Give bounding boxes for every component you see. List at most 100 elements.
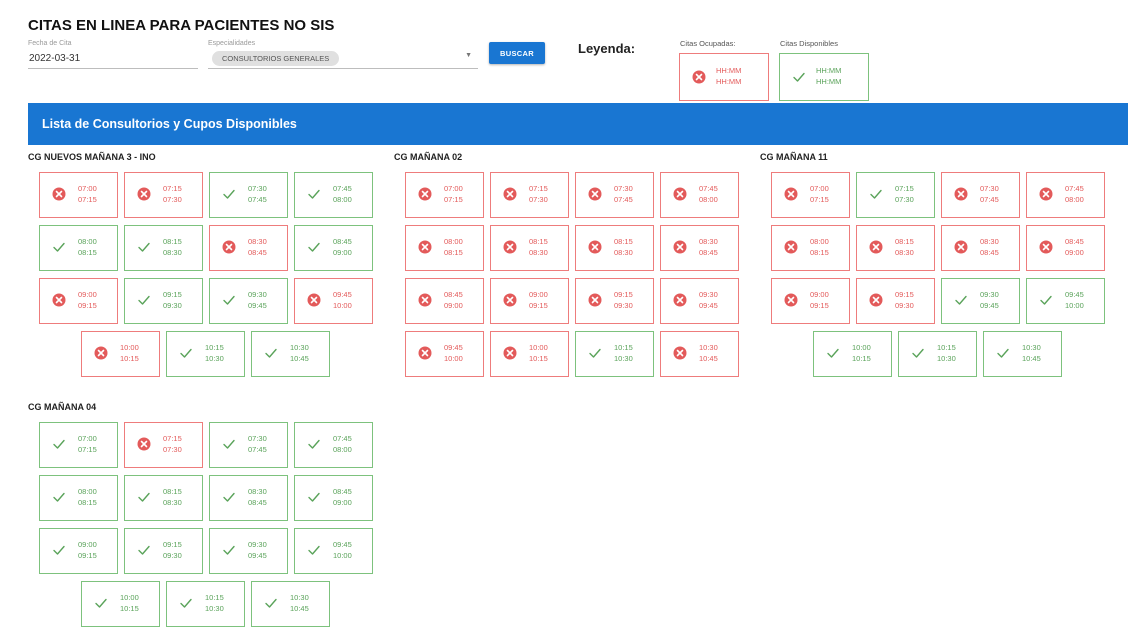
check-icon (138, 295, 150, 305)
slot-available[interactable]: 08:15 08:30 (124, 475, 203, 521)
close-circle-icon (784, 187, 798, 201)
slot-occupied[interactable]: 08:00 08:15 (405, 225, 484, 271)
slot-available[interactable]: 10:15 10:30 (166, 581, 245, 627)
close-circle-icon (692, 70, 706, 84)
slot-available[interactable]: 07:15 07:30 (856, 172, 935, 218)
slot-available[interactable]: 10:15 10:30 (166, 331, 245, 377)
dropdown-arrow-icon[interactable]: ▼ (465, 52, 472, 59)
slot-occupied[interactable]: 08:15 08:30 (856, 225, 935, 271)
slot-available[interactable]: 09:30 09:45 (209, 278, 288, 324)
slot-start-time: 09:15 (163, 540, 182, 549)
slot-occupied[interactable]: 08:30 08:45 (209, 225, 288, 271)
slot-start-time: 08:00 (444, 237, 463, 246)
slot-occupied[interactable]: 07:00 07:15 (405, 172, 484, 218)
slot-occupied[interactable]: 10:00 10:15 (81, 331, 160, 377)
slot-occupied[interactable]: 07:15 07:30 (490, 172, 569, 218)
slot-start-time: 09:00 (529, 290, 548, 299)
slot-available[interactable]: 10:00 10:15 (81, 581, 160, 627)
slot-occupied[interactable]: 07:45 08:00 (1026, 172, 1105, 218)
slot-occupied[interactable]: 09:15 09:30 (856, 278, 935, 324)
check-icon (138, 545, 150, 555)
slot-available[interactable]: 09:15 09:30 (124, 278, 203, 324)
legend-occupied-start: HH:MM (716, 66, 742, 75)
slot-start-time: 10:00 (120, 593, 139, 602)
slot-available[interactable]: 08:30 08:45 (209, 475, 288, 521)
slot-occupied[interactable]: 08:30 08:45 (941, 225, 1020, 271)
slot-occupied[interactable]: 08:00 08:15 (771, 225, 850, 271)
slot-available[interactable]: 09:45 10:00 (1026, 278, 1105, 324)
slot-occupied[interactable]: 09:45 10:00 (405, 331, 484, 377)
slot-occupied[interactable]: 09:30 09:45 (660, 278, 739, 324)
date-field[interactable]: Fecha de Cita 2022-03-31 (28, 40, 198, 69)
legend-available-end: HH:MM (816, 77, 842, 86)
slot-end-time: 09:30 (163, 301, 182, 310)
slot-occupied[interactable]: 08:30 08:45 (660, 225, 739, 271)
search-button[interactable]: BUSCAR (489, 42, 545, 64)
legend-available-sample: HH:MM HH:MM (779, 53, 869, 101)
check-icon (180, 598, 192, 608)
slot-occupied[interactable]: 10:00 10:15 (490, 331, 569, 377)
slot-occupied[interactable]: 10:30 10:45 (660, 331, 739, 377)
slot-occupied[interactable]: 07:15 07:30 (124, 422, 203, 468)
slot-available[interactable]: 08:00 08:15 (39, 475, 118, 521)
specialty-chip[interactable]: CONSULTORIOS GENERALES (212, 51, 340, 66)
slot-available[interactable]: 07:30 07:45 (209, 172, 288, 218)
slot-start-time: 07:15 (163, 184, 182, 193)
slot-start-time: 09:45 (1065, 290, 1084, 299)
slot-available[interactable]: 10:15 10:30 (575, 331, 654, 377)
slot-available[interactable]: 09:15 09:30 (124, 528, 203, 574)
slot-occupied[interactable]: 09:15 09:30 (575, 278, 654, 324)
slot-available[interactable]: 09:45 10:00 (294, 528, 373, 574)
slot-occupied[interactable]: 09:45 10:00 (294, 278, 373, 324)
check-icon (308, 492, 320, 502)
check-icon (223, 492, 235, 502)
slot-end-time: 07:15 (810, 195, 829, 204)
slot-available[interactable]: 08:15 08:30 (124, 225, 203, 271)
close-circle-icon (1039, 187, 1053, 201)
slot-available[interactable]: 10:30 10:45 (251, 331, 330, 377)
slot-available[interactable]: 10:00 10:15 (813, 331, 892, 377)
slot-start-time: 10:30 (1022, 343, 1041, 352)
slot-end-time: 09:00 (333, 248, 352, 257)
slot-occupied[interactable]: 07:30 07:45 (575, 172, 654, 218)
slot-occupied[interactable]: 09:00 09:15 (490, 278, 569, 324)
close-circle-icon (503, 293, 517, 307)
slot-occupied[interactable]: 07:00 07:15 (771, 172, 850, 218)
slot-occupied[interactable]: 07:45 08:00 (660, 172, 739, 218)
slot-occupied[interactable]: 08:15 08:30 (575, 225, 654, 271)
slot-occupied[interactable]: 08:45 09:00 (1026, 225, 1105, 271)
slot-available[interactable]: 07:30 07:45 (209, 422, 288, 468)
slot-available[interactable]: 10:30 10:45 (251, 581, 330, 627)
legend-available-start: HH:MM (816, 66, 842, 75)
slot-occupied[interactable]: 08:15 08:30 (490, 225, 569, 271)
slot-start-time: 09:45 (333, 290, 352, 299)
slot-start-time: 09:30 (980, 290, 999, 299)
slot-available[interactable]: 09:30 09:45 (209, 528, 288, 574)
slot-available[interactable]: 08:00 08:15 (39, 225, 118, 271)
slot-occupied[interactable]: 07:15 07:30 (124, 172, 203, 218)
legend-occupied-sample: HH:MM HH:MM (679, 53, 769, 101)
slot-occupied[interactable]: 09:00 09:15 (39, 278, 118, 324)
slot-available[interactable]: 07:00 07:15 (39, 422, 118, 468)
slot-available[interactable]: 07:45 08:00 (294, 172, 373, 218)
slot-available[interactable]: 10:15 10:30 (898, 331, 977, 377)
slot-occupied[interactable]: 08:45 09:00 (405, 278, 484, 324)
slot-end-time: 10:45 (290, 354, 309, 363)
slot-available[interactable]: 08:45 09:00 (294, 225, 373, 271)
slot-available[interactable]: 10:30 10:45 (983, 331, 1062, 377)
slot-available[interactable]: 09:30 09:45 (941, 278, 1020, 324)
slot-occupied[interactable]: 09:00 09:15 (771, 278, 850, 324)
date-value[interactable]: 2022-03-31 (29, 53, 80, 64)
slot-occupied[interactable]: 07:30 07:45 (941, 172, 1020, 218)
slot-available[interactable]: 07:45 08:00 (294, 422, 373, 468)
slot-end-time: 07:15 (444, 195, 463, 204)
slot-end-time: 10:00 (444, 354, 463, 363)
slot-available[interactable]: 08:45 09:00 (294, 475, 373, 521)
slot-available[interactable]: 09:00 09:15 (39, 528, 118, 574)
slot-end-time: 10:15 (852, 354, 871, 363)
specialty-select[interactable]: Especialidades CONSULTORIOS GENERALES ▼ (208, 40, 478, 69)
slot-occupied[interactable]: 07:00 07:15 (39, 172, 118, 218)
slot-end-time: 07:45 (980, 195, 999, 204)
close-circle-icon (673, 346, 687, 360)
slot-end-time: 08:15 (78, 248, 97, 257)
